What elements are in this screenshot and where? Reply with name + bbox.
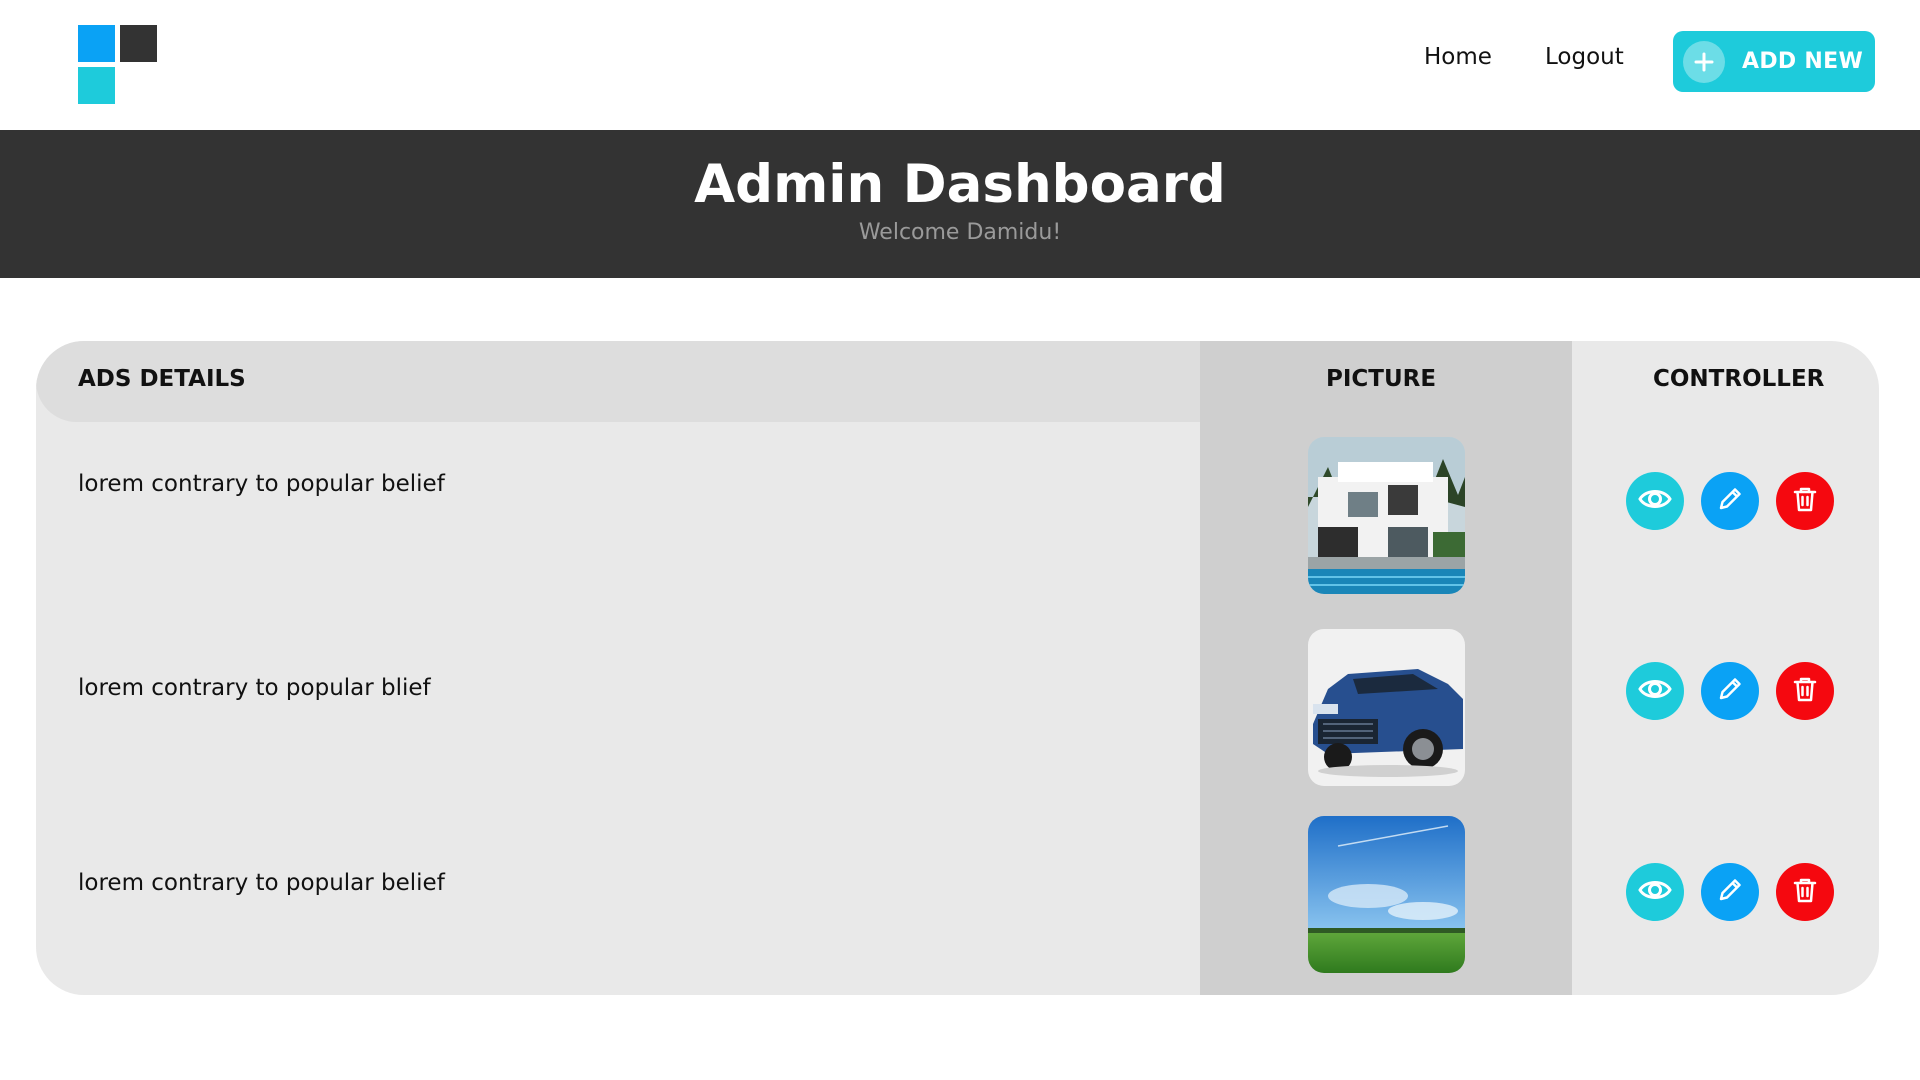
eye-icon: [1637, 671, 1673, 711]
row-1-details: lorem contrary to popular belief: [78, 471, 445, 497]
welcome-message: Welcome Damidu!: [858, 220, 1062, 246]
ads-table: ADS DETAILS PICTURE CONTROLLER lorem con…: [36, 341, 1879, 995]
row-3-details: lorem contrary to popular belief: [78, 870, 445, 896]
view-button[interactable]: [1626, 863, 1684, 921]
header-picture: PICTURE: [1326, 366, 1437, 392]
landscape-photo[interactable]: [1308, 816, 1465, 973]
house-photo[interactable]: [1308, 437, 1465, 594]
view-button[interactable]: [1626, 662, 1684, 720]
add-new-button[interactable]: ADD NEW: [1673, 31, 1875, 92]
pencil-icon: [1714, 673, 1746, 709]
trash-icon: [1789, 874, 1821, 910]
add-new-label: ADD NEW: [1742, 49, 1864, 74]
nav-logout-link[interactable]: Logout: [1545, 44, 1624, 70]
logo[interactable]: [78, 25, 158, 104]
edit-button[interactable]: [1701, 472, 1759, 530]
row-2-details: lorem contrary to popular blief: [78, 675, 431, 701]
edit-button[interactable]: [1701, 863, 1759, 921]
header-controller: CONTROLLER: [1653, 366, 1825, 392]
delete-button[interactable]: [1776, 863, 1834, 921]
logo-square-blue: [78, 25, 115, 62]
logo-square-teal: [78, 67, 115, 104]
car-photo[interactable]: [1308, 629, 1465, 786]
trash-icon: [1789, 673, 1821, 709]
nav-home-link[interactable]: Home: [1424, 44, 1492, 70]
logo-square-dark: [120, 25, 157, 62]
pencil-icon: [1714, 874, 1746, 910]
edit-button[interactable]: [1701, 662, 1759, 720]
eye-icon: [1637, 481, 1673, 521]
top-navbar: Home Logout ADD NEW: [0, 0, 1920, 130]
delete-button[interactable]: [1776, 472, 1834, 530]
eye-icon: [1637, 872, 1673, 912]
delete-button[interactable]: [1776, 662, 1834, 720]
dashboard-banner: Admin Dashboard Welcome Damidu!: [0, 130, 1920, 278]
header-ads-details: ADS DETAILS: [78, 366, 246, 392]
view-button[interactable]: [1626, 472, 1684, 530]
page-title: Admin Dashboard: [694, 154, 1226, 215]
pencil-icon: [1714, 483, 1746, 519]
trash-icon: [1789, 483, 1821, 519]
plus-icon: [1683, 40, 1725, 83]
